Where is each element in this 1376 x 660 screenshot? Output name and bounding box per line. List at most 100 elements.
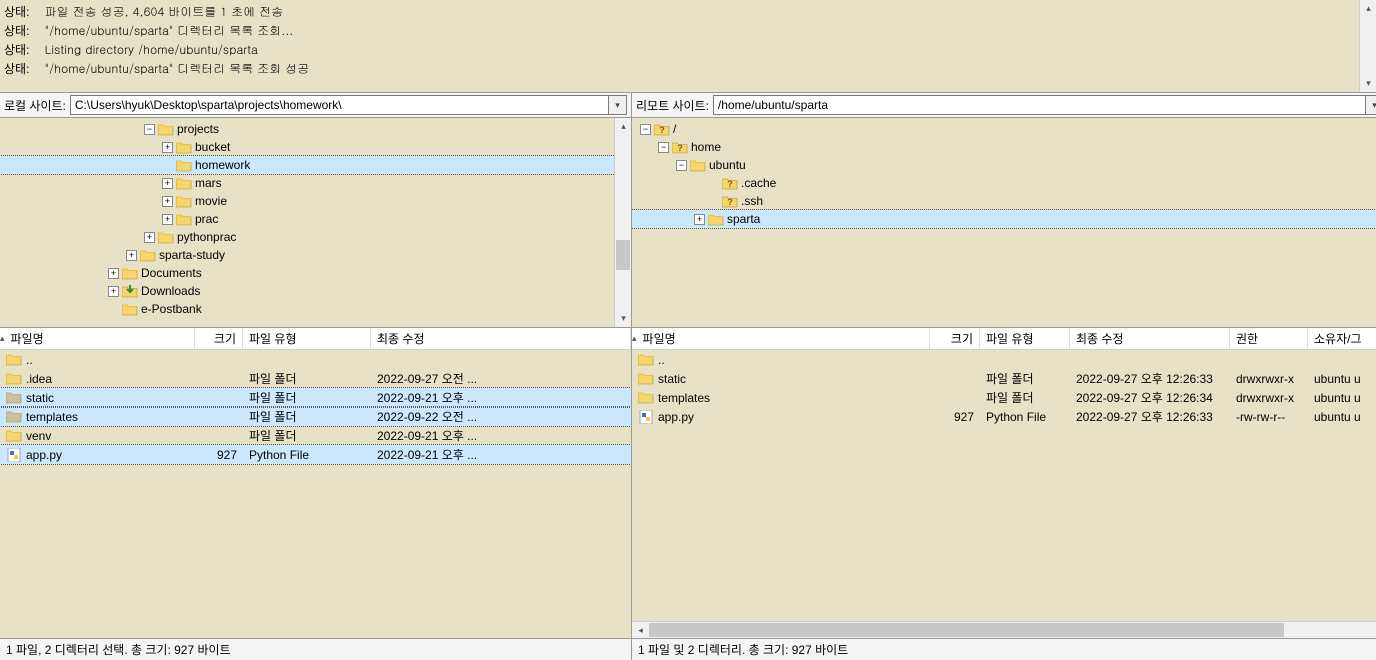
scroll-left-icon[interactable]: ◂ [632,622,649,638]
remote-tree-pane[interactable]: −?/−?home−ubuntu?.cache?.ssh+sparta [632,118,1376,328]
tree-twisty[interactable]: − [144,124,155,135]
tree-twisty[interactable]: − [676,160,687,171]
folder-unknown-icon: ? [654,122,670,136]
col-header-type[interactable]: 파일 유형 [980,328,1070,349]
log-scrollbar[interactable]: ▴ ▾ [1359,0,1376,92]
local-list-header[interactable]: ▴파일명 크기 파일 유형 최종 수정 [0,328,631,350]
list-row[interactable]: templates파일 폴더2022-09-22 오전 ... [0,407,631,426]
remote-path-input[interactable] [713,95,1366,115]
tree-item-label: home [691,140,721,154]
col-header-owner[interactable]: 소유자/그 [1308,328,1376,349]
tree-twisty[interactable]: + [144,232,155,243]
remote-list-hscrollbar[interactable]: ◂ ▸ [632,621,1376,638]
remote-pane: 리모트 사이트: ▾ −?/−?home−ubuntu?.cache?.ssh+… [632,93,1376,660]
list-row[interactable]: .idea파일 폴더2022-09-27 오전 ... [0,369,631,388]
tree-item[interactable]: ?.ssh [632,192,1376,210]
tree-item-label: mars [195,176,222,190]
tree-twisty[interactable]: − [658,142,669,153]
tree-twisty[interactable]: + [126,250,137,261]
tree-item-label: prac [195,212,218,226]
file-icon [638,372,654,386]
tree-item[interactable]: +sparta [632,210,1376,228]
list-row[interactable]: app.py927Python File2022-09-21 오후 ... [0,445,631,464]
local-tree-pane[interactable]: −projects+buckethomework+mars+movie+prac… [0,118,631,328]
tree-item-label: .cache [741,176,776,190]
tree-item-label: .ssh [741,194,763,208]
tree-item[interactable]: +Downloads [0,282,631,300]
remote-path-dropdown[interactable]: ▾ [1366,95,1376,115]
local-site-label: 로컬 사이트: [4,97,66,114]
col-header-name[interactable]: ▴파일명 [632,328,930,349]
remote-list-header[interactable]: ▴파일명 크기 파일 유형 최종 수정 권한 소유자/그 [632,328,1376,350]
tree-item[interactable]: + prac [0,210,631,228]
tree-twisty[interactable]: + [694,214,705,225]
tree-item[interactable]: +bucket [0,138,631,156]
svg-text:?: ? [659,125,665,135]
local-path-dropdown[interactable]: ▾ [609,95,627,115]
col-header-type[interactable]: 파일 유형 [243,328,371,349]
list-row[interactable]: templates 파일 폴더2022-09-27 오후 12:26:34drwx… [632,388,1376,407]
file-name: .. [658,353,665,367]
log-line: 상태: "/home/ubuntu/sparta" 디렉터리 목록 조회... [0,21,1376,40]
scroll-up-icon[interactable]: ▴ [615,118,631,135]
col-header-size[interactable]: 크기 [930,328,980,349]
tree-item[interactable]: +movie [0,192,631,210]
tree-item[interactable]: ? .cache [632,174,1376,192]
file-type: 파일 폴더 [980,370,1070,387]
tree-item[interactable]: + mars [0,174,631,192]
list-row[interactable]: .. [0,350,631,369]
tree-twisty[interactable]: + [162,142,173,153]
list-row[interactable]: .. [632,350,1376,369]
local-tree-scrollbar[interactable]: ▴ ▾ [614,118,631,327]
file-modified: 2022-09-27 오후 12:26:34 [1070,389,1230,406]
scroll-down-icon[interactable]: ▾ [615,310,631,327]
col-header-modified[interactable]: 최종 수정 [371,328,631,349]
file-modified: 2022-09-27 오후 12:26:33 [1070,408,1230,425]
list-row[interactable]: venv파일 폴더2022-09-21 오후 ... [0,426,631,445]
file-owner: ubuntu u [1308,410,1376,424]
tree-twisty[interactable]: + [162,178,173,189]
col-header-size[interactable]: 크기 [195,328,243,349]
folder-icon [158,122,174,136]
log-line: 상태: Listing directory /home/ubuntu/spart… [0,40,1376,59]
local-path-input[interactable] [70,95,609,115]
tree-item-label: projects [177,122,219,136]
remote-list-pane[interactable]: ▴파일명 크기 파일 유형 최종 수정 권한 소유자/그 .. static파일 … [632,328,1376,638]
tree-item-label: e-Postbank [141,302,202,316]
scroll-down-icon[interactable]: ▾ [1360,75,1376,92]
file-name: .. [26,353,33,367]
file-type: 파일 폴더 [980,389,1070,406]
col-header-modified[interactable]: 최종 수정 [1070,328,1230,349]
tree-item[interactable]: −ubuntu [632,156,1376,174]
svg-text:?: ? [677,143,683,153]
tree-item[interactable]: −? home [632,138,1376,156]
tree-item-label: homework [195,158,250,172]
svg-text:?: ? [727,179,733,189]
tree-twisty[interactable]: + [108,286,119,297]
tree-item[interactable]: homework [0,156,631,174]
tree-twisty[interactable]: + [162,196,173,207]
scroll-up-icon[interactable]: ▴ [1360,0,1376,17]
tree-twisty[interactable]: + [108,268,119,279]
tree-twisty[interactable]: + [162,214,173,225]
list-row[interactable]: static파일 폴더2022-09-21 오후 ... [0,388,631,407]
col-header-perm[interactable]: 권한 [1230,328,1308,349]
local-list-pane[interactable]: ▴파일명 크기 파일 유형 최종 수정 .. .idea파일 폴더2022-09-… [0,328,631,638]
tree-item[interactable]: e-Postbank [0,300,631,318]
file-modified: 2022-09-27 오후 12:26:33 [1070,370,1230,387]
file-name: templates [658,391,710,405]
list-row[interactable]: app.py927Python File2022-09-27 오후 12:26:… [632,407,1376,426]
scroll-right-icon[interactable]: ▸ [1371,622,1376,638]
tree-item[interactable]: +sparta-study [0,246,631,264]
file-perm: drwxrwxr-x [1230,391,1308,405]
folder-icon [158,230,174,244]
tree-item[interactable]: +Documents [0,264,631,282]
tree-item[interactable]: −?/ [632,120,1376,138]
list-row[interactable]: static파일 폴더2022-09-27 오후 12:26:33drwxrwx… [632,369,1376,388]
tree-item[interactable]: − projects [0,120,631,138]
tree-item[interactable]: +pythonprac [0,228,631,246]
tree-twisty[interactable]: − [640,124,651,135]
file-name: app.py [26,448,62,462]
folder-icon [140,248,156,262]
col-header-name[interactable]: ▴파일명 [0,328,195,349]
